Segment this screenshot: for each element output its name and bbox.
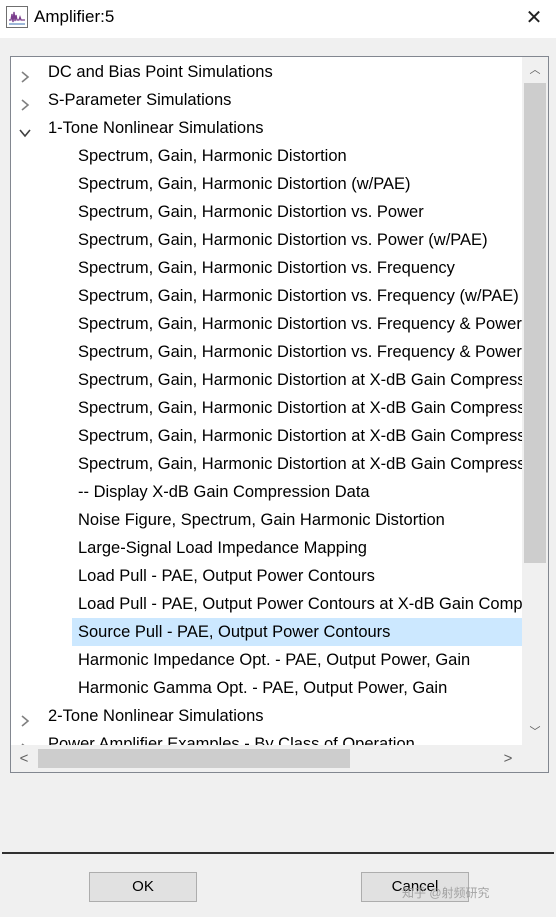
tree-category[interactable]: DC and Bias Point Simulations [11, 58, 522, 85]
tree-category[interactable]: 1-Tone Nonlinear Simulations [11, 114, 522, 141]
tree-item[interactable]: Spectrum, Gain, Harmonic Distortion at X… [11, 394, 522, 421]
tree-item[interactable]: Harmonic Impedance Opt. - PAE, Output Po… [11, 646, 522, 673]
tree-item-label: Spectrum, Gain, Harmonic Distortion at X… [78, 371, 522, 389]
chevron-right-icon[interactable] [18, 93, 32, 111]
tree-item-label: Harmonic Gamma Opt. - PAE, Output Power,… [78, 679, 448, 697]
tree-item-label: Spectrum, Gain, Harmonic Distortion at X… [78, 399, 522, 417]
scroll-down-icon[interactable]: ﹀ [522, 719, 548, 745]
vertical-scrollbar[interactable]: ︿ ﹀ [522, 57, 548, 745]
scrollbar-corner [522, 745, 548, 772]
tree-item[interactable]: Spectrum, Gain, Harmonic Distortion vs. … [11, 282, 522, 309]
tree-item-label: Load Pull - PAE, Output Power Contours a… [78, 595, 522, 613]
chevron-right-icon[interactable] [18, 65, 32, 83]
tree-item[interactable]: Spectrum, Gain, Harmonic Distortion at X… [11, 366, 522, 393]
separator-line [2, 852, 554, 854]
tree-item-label: 2-Tone Nonlinear Simulations [48, 707, 264, 725]
tree-item[interactable]: Spectrum, Gain, Harmonic Distortion vs. … [11, 198, 522, 225]
waveform-icon [6, 6, 28, 28]
close-icon[interactable]: ✕ [516, 2, 552, 34]
tree-item-label: DC and Bias Point Simulations [48, 63, 273, 81]
watermark: 知乎 @射频研究 [402, 886, 490, 900]
title-bar: Amplifier:5 ✕ [0, 0, 556, 38]
window-title: Amplifier:5 [34, 7, 115, 26]
tree-item[interactable]: Spectrum, Gain, Harmonic Distortion at X… [11, 450, 522, 477]
tree-item-label: 1-Tone Nonlinear Simulations [48, 119, 264, 137]
tree-item[interactable]: Spectrum, Gain, Harmonic Distortion vs. … [11, 338, 522, 365]
horizontal-scroll-thumb[interactable] [38, 749, 350, 768]
tree-item[interactable]: Spectrum, Gain, Harmonic Distortion [11, 142, 522, 169]
tree-item[interactable]: Spectrum, Gain, Harmonic Distortion vs. … [11, 254, 522, 281]
scroll-left-icon[interactable]: < [11, 745, 37, 772]
tree-item-label: Spectrum, Gain, Harmonic Distortion vs. … [78, 287, 519, 305]
horizontal-scrollbar[interactable]: < > [11, 745, 522, 772]
tree-item-label: Load Pull - PAE, Output Power Contours [78, 567, 375, 585]
tree-item[interactable]: Harmonic Gamma Opt. - PAE, Output Power,… [11, 674, 522, 701]
tree-item[interactable]: -- Display X-dB Gain Compression Data [11, 478, 522, 505]
ok-button[interactable]: OK [89, 872, 197, 902]
tree-category[interactable]: 2-Tone Nonlinear Simulations [11, 702, 522, 729]
tree-category[interactable]: S-Parameter Simulations [11, 86, 522, 113]
scroll-up-icon[interactable]: ︿ [522, 57, 548, 83]
tree-item-label: Spectrum, Gain, Harmonic Distortion vs. … [78, 203, 424, 221]
tree-item[interactable]: Load Pull - PAE, Output Power Contours a… [11, 590, 522, 617]
tree-item-label: Harmonic Impedance Opt. - PAE, Output Po… [78, 651, 471, 669]
tree-item-label: Noise Figure, Spectrum, Gain Harmonic Di… [78, 511, 445, 529]
tree-item[interactable]: Spectrum, Gain, Harmonic Distortion vs. … [11, 226, 522, 253]
tree-item-label: Large-Signal Load Impedance Mapping [78, 539, 367, 557]
tree-item-label: Source Pull - PAE, Output Power Contours [72, 618, 522, 646]
tree-viewport: DC and Bias Point Simulations S-Parameter… [11, 57, 522, 745]
tree-item-label: Spectrum, Gain, Harmonic Distortion at X… [78, 427, 522, 445]
chevron-right-icon[interactable] [18, 709, 32, 727]
tree-item-label: Spectrum, Gain, Harmonic Distortion vs. … [78, 315, 522, 333]
tree-item-label: Spectrum, Gain, Harmonic Distortion vs. … [78, 343, 522, 361]
tree-item-label: Spectrum, Gain, Harmonic Distortion vs. … [78, 231, 488, 249]
tree-item[interactable]: Spectrum, Gain, Harmonic Distortion (w/P… [11, 170, 522, 197]
tree-item[interactable]: Spectrum, Gain, Harmonic Distortion vs. … [11, 310, 522, 337]
tree-item[interactable]: Noise Figure, Spectrum, Gain Harmonic Di… [11, 506, 522, 533]
tree-item[interactable]: Source Pull - PAE, Output Power Contours [11, 618, 522, 646]
scroll-right-icon[interactable]: > [495, 745, 521, 772]
tree-item-label: Spectrum, Gain, Harmonic Distortion at X… [78, 455, 522, 473]
tree-item-label: Spectrum, Gain, Harmonic Distortion vs. … [78, 259, 455, 277]
chevron-down-icon[interactable] [18, 121, 32, 138]
tree-category[interactable]: Power Amplifier Examples - By Class of O… [11, 730, 522, 745]
tree-item-label: S-Parameter Simulations [48, 91, 232, 109]
tree-item[interactable]: Large-Signal Load Impedance Mapping [11, 534, 522, 561]
tree-item[interactable]: Load Pull - PAE, Output Power Contours [11, 562, 522, 589]
tree-item-label: Power Amplifier Examples - By Class of O… [48, 735, 415, 745]
tree-item-label: Spectrum, Gain, Harmonic Distortion [78, 147, 347, 165]
tree-item-label: Spectrum, Gain, Harmonic Distortion (w/P… [78, 175, 411, 193]
tree-item-label: -- Display X-dB Gain Compression Data [78, 483, 370, 501]
vertical-scroll-thumb[interactable] [524, 83, 546, 563]
simulation-tree: DC and Bias Point Simulations S-Parameter… [10, 56, 549, 773]
chevron-right-icon[interactable] [18, 737, 32, 745]
tree-item[interactable]: Spectrum, Gain, Harmonic Distortion at X… [11, 422, 522, 449]
